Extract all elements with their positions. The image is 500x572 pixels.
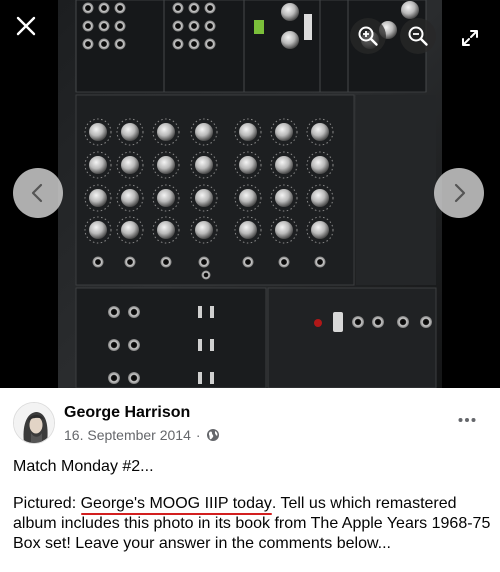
post-date[interactable]: 16. September 2014 xyxy=(64,427,191,443)
photo-viewer xyxy=(0,0,500,388)
zoom-in-button[interactable] xyxy=(350,18,386,54)
post: George Harrison 16. September 2014 · Mat… xyxy=(0,388,500,572)
close-icon xyxy=(16,16,36,36)
meta-separator: · xyxy=(195,427,201,443)
moog-synthesizer-photo xyxy=(58,0,442,388)
zoom-out-button[interactable] xyxy=(400,18,436,54)
post-body-highlight: George's MOOG IIIP today xyxy=(80,495,272,512)
post-body-label: Pictured: xyxy=(13,495,81,512)
zoom-in-icon xyxy=(358,26,378,46)
next-photo-button[interactable] xyxy=(434,168,484,218)
post-meta: 16. September 2014 · xyxy=(64,427,220,443)
post-author[interactable]: George Harrison xyxy=(64,404,190,422)
more-horizontal-icon xyxy=(458,418,476,422)
globe-icon xyxy=(206,429,219,441)
chevron-right-icon xyxy=(454,183,466,203)
fullscreen-button[interactable] xyxy=(452,20,488,56)
previous-photo-button[interactable] xyxy=(13,168,63,218)
close-button[interactable] xyxy=(8,8,44,44)
avatar[interactable] xyxy=(13,402,55,444)
more-options-button[interactable] xyxy=(458,410,476,428)
post-body: Pictured: George's MOOG IIIP today. Tell… xyxy=(13,494,491,554)
post-first-line: Match Monday #2... xyxy=(13,458,154,475)
profile-portrait-image xyxy=(14,403,54,443)
chevron-left-icon xyxy=(31,183,43,203)
zoom-out-icon xyxy=(408,26,428,46)
expand-icon xyxy=(462,30,478,46)
